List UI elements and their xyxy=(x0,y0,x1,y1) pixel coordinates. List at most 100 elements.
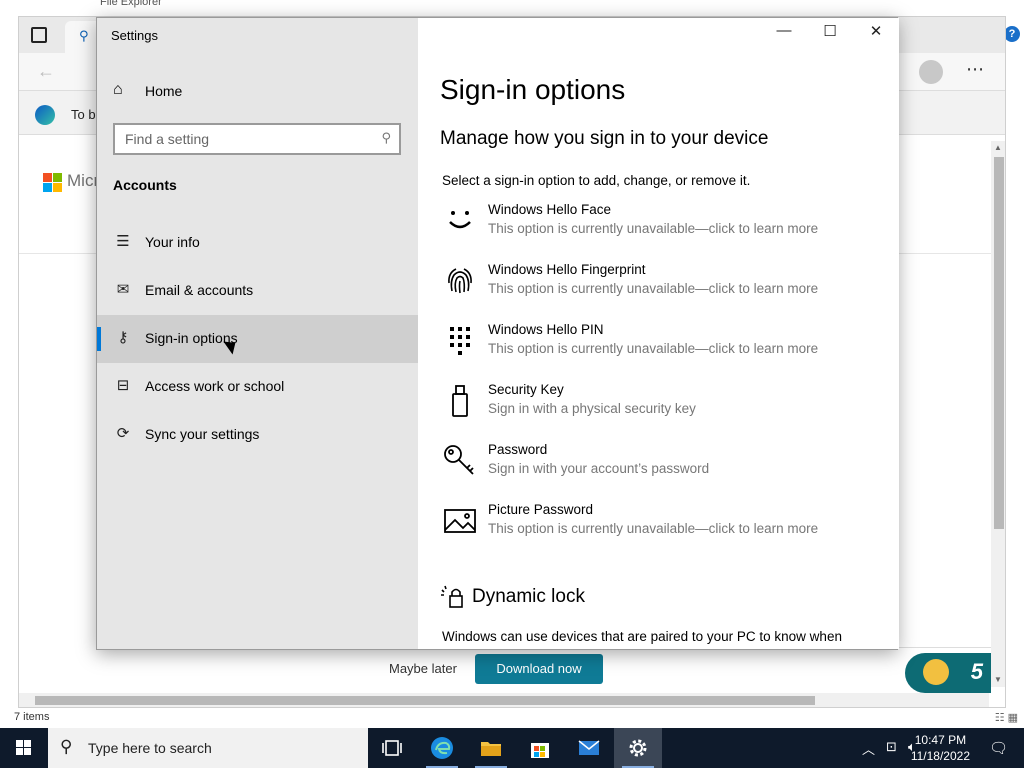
taskbar-settings[interactable] xyxy=(614,728,662,768)
mail-icon: ✉ xyxy=(116,281,130,298)
option-windows-hello-pin[interactable]: Windows Hello PIN This option is current… xyxy=(440,321,880,369)
home-icon: ⌂ xyxy=(113,81,123,98)
nav-item-access-work-school[interactable]: ⊟ Access work or school xyxy=(97,363,418,411)
briefcase-icon: ⊟ xyxy=(116,377,130,394)
store-icon xyxy=(531,743,549,758)
explorer-status-bar: 7 items ☷ ▦ xyxy=(0,708,1024,728)
option-description: Sign in with a physical security key xyxy=(488,401,696,416)
taskbar-search-placeholder: Type here to search xyxy=(88,740,212,756)
rewards-badge[interactable]: 5 xyxy=(905,653,991,693)
option-security-key[interactable]: Security Key Sign in with a physical sec… xyxy=(440,381,880,429)
nav-label: Sync your settings xyxy=(145,426,260,442)
nav-item-email-accounts[interactable]: ✉ Email & accounts xyxy=(97,267,418,315)
back-arrow-icon[interactable]: ← xyxy=(37,61,55,82)
option-windows-hello-fingerprint[interactable]: Windows Hello Fingerprint This option is… xyxy=(440,261,880,309)
pin-keypad-icon xyxy=(442,323,478,359)
home-label: Home xyxy=(145,83,183,99)
vertical-scrollbar[interactable]: ▲ ▼ xyxy=(991,141,1005,687)
maximize-icon[interactable]: ☐ xyxy=(807,22,853,40)
clock-time: 10:47 PM xyxy=(914,733,967,747)
system-tray: ︿ ⊡ 🔈︎ 10:47 PM 11/18/2022 🗨︎ xyxy=(824,728,1024,768)
home-nav-item[interactable]: ⌂ Home xyxy=(97,76,418,108)
option-description: This option is currently unavailable—cli… xyxy=(488,341,819,356)
window-title: Settings xyxy=(111,28,158,43)
fingerprint-icon xyxy=(442,263,478,299)
status-item-count: 7 items xyxy=(14,711,50,723)
help-icon[interactable]: ? xyxy=(1004,26,1020,42)
option-name: Windows Hello Fingerprint xyxy=(488,262,646,277)
person-list-icon: ☰ xyxy=(116,233,130,250)
scrollbar-thumb[interactable] xyxy=(994,157,1004,529)
horizontal-scrollbar[interactable] xyxy=(19,693,989,707)
scroll-up-icon[interactable]: ▲ xyxy=(994,143,1002,152)
download-now-button[interactable]: Download now xyxy=(475,654,603,684)
usb-key-icon xyxy=(442,383,478,419)
option-windows-hello-face[interactable]: Windows Hello Face This option is curren… xyxy=(440,201,880,249)
badge-number: 5 xyxy=(970,659,983,684)
search-icon: ⚲ xyxy=(79,28,89,43)
option-name: Windows Hello PIN xyxy=(488,322,604,337)
windows-logo-icon xyxy=(16,740,31,755)
maybe-later-link[interactable]: Maybe later xyxy=(389,661,457,676)
option-description: This option is currently unavailable—cli… xyxy=(488,221,819,236)
profile-avatar[interactable] xyxy=(919,60,943,84)
taskbar-store[interactable] xyxy=(516,728,564,768)
dynamic-lock-heading: Dynamic lock xyxy=(472,586,585,607)
folder-icon xyxy=(481,742,501,756)
nav-label: Email & accounts xyxy=(145,282,254,298)
taskbar-edge[interactable] xyxy=(418,728,466,768)
nav-label: Sign-in options xyxy=(145,330,238,346)
search-icon: ⚲ xyxy=(381,130,391,145)
find-setting-input[interactable]: Find a setting ⚲ xyxy=(113,123,401,155)
scrollbar-thumb[interactable] xyxy=(35,696,815,705)
gear-icon xyxy=(629,739,647,757)
task-view-button[interactable] xyxy=(368,728,416,768)
notification-icon[interactable]: 🗨︎ xyxy=(989,739,1008,757)
start-button[interactable] xyxy=(0,728,48,768)
explorer-title: File Explorer xyxy=(100,0,162,8)
option-picture-password[interactable]: Picture Password This option is currentl… xyxy=(440,501,880,549)
sync-icon: ⟳ xyxy=(116,425,130,442)
option-name: Password xyxy=(488,442,548,457)
network-icon[interactable]: ⊡ xyxy=(886,739,897,755)
close-icon[interactable]: ✕ xyxy=(853,22,899,40)
minimize-icon[interactable]: — xyxy=(761,22,807,39)
page-title: Sign-in options xyxy=(440,74,626,105)
picture-icon xyxy=(442,503,478,539)
more-options-icon[interactable]: ⋯ xyxy=(966,59,985,80)
option-name: Picture Password xyxy=(488,502,594,517)
nav-label: Access work or school xyxy=(145,378,285,394)
view-toggle-icons[interactable]: ☷ ▦ xyxy=(995,711,1018,724)
explorer-title-bar: File Explorer xyxy=(0,0,1024,10)
clock[interactable]: 10:47 PM 11/18/2022 xyxy=(911,732,970,764)
section-heading: Accounts xyxy=(113,177,177,193)
dynamic-lock-text: Windows can use devices that are paired … xyxy=(442,629,842,644)
chevron-up-icon[interactable]: ︿ xyxy=(862,739,875,758)
nav-item-sign-in-options[interactable]: ⚷ Sign-in options xyxy=(97,315,418,363)
select-instruction: Select a sign-in option to add, change, … xyxy=(442,173,751,188)
active-indicator xyxy=(97,327,101,351)
option-name: Windows Hello Face xyxy=(488,202,612,217)
key-icon: ⚷ xyxy=(117,329,129,346)
option-name: Security Key xyxy=(488,382,564,397)
scroll-down-icon[interactable]: ▼ xyxy=(994,675,1002,684)
taskbar-file-explorer[interactable] xyxy=(467,728,515,768)
taskbar-search-box[interactable]: ⚲ Type here to search xyxy=(48,728,368,768)
mail-icon xyxy=(578,740,600,755)
nav-item-your-info[interactable]: ☰ Your info xyxy=(97,219,418,267)
dynamic-lock-icon xyxy=(440,584,466,610)
taskbar-mail[interactable] xyxy=(565,728,613,768)
option-password[interactable]: Password Sign in with your account’s pas… xyxy=(440,441,880,489)
edge-logo-icon xyxy=(35,105,55,125)
window-controls: — ☐ ✕ xyxy=(761,18,899,50)
option-description: This option is currently unavailable—cli… xyxy=(488,521,819,536)
settings-content: — ☐ ✕ Sign-in options Manage how you sig… xyxy=(418,18,899,649)
nav-item-sync-settings[interactable]: ⟳ Sync your settings xyxy=(97,411,418,459)
search-icon: ⚲ xyxy=(60,737,73,756)
settings-window: Settings ⌂ Home Find a setting ⚲ Account… xyxy=(96,17,899,650)
edge-icon xyxy=(431,737,453,759)
search-placeholder: Find a setting xyxy=(125,131,210,147)
tab-actions-icon[interactable] xyxy=(31,27,47,43)
nav-label: Your info xyxy=(145,234,200,250)
medal-icon xyxy=(923,659,949,685)
